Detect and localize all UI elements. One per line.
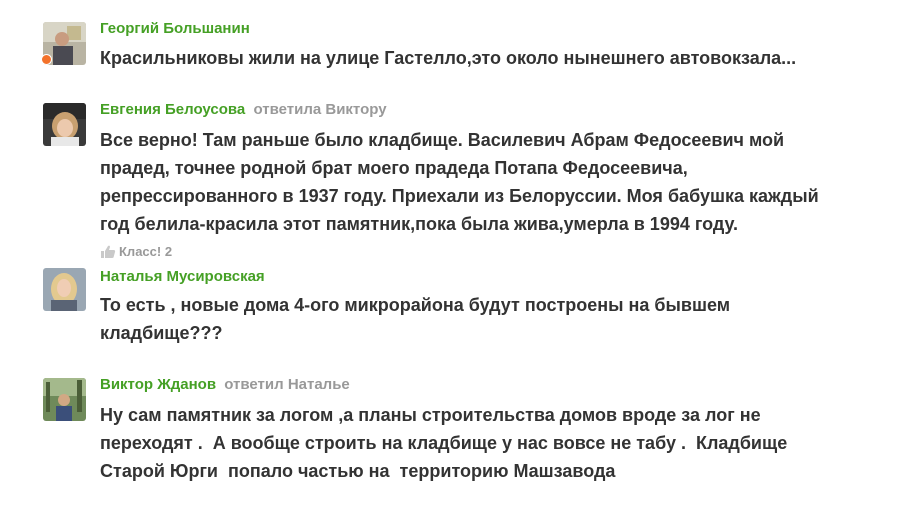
comment-text: Красильниковы жили на улице Гастелло,это… <box>100 48 797 68</box>
comment-header: Виктор Жданов ответил Наталье <box>100 376 350 394</box>
author-name[interactable]: Евгения Белоусова <box>100 101 245 118</box>
online-status-dot <box>41 54 52 65</box>
comment-header: Георгий Большанин <box>100 20 250 38</box>
avatar[interactable] <box>43 378 86 421</box>
comment-text: Ну сам памятник за логом ,а планы строит… <box>100 405 788 481</box>
reply-to-label[interactable]: ответила Виктору <box>253 101 386 118</box>
likes-count: Класс! 2 <box>119 244 173 259</box>
comment-text: То есть , новые дома 4-ого микрорайона б… <box>100 295 731 343</box>
like-button[interactable]: Класс! 2 <box>100 244 172 259</box>
avatar[interactable] <box>43 103 86 146</box>
reply-to-label[interactable]: ответил Наталье <box>224 376 350 393</box>
author-name[interactable]: Виктор Жданов <box>100 376 216 393</box>
comment-header: Наталья Мусировская <box>100 268 265 286</box>
avatar[interactable] <box>43 268 86 311</box>
comment-text: Все верно! Там раньше было кладбище. Вас… <box>100 130 819 234</box>
author-name[interactable]: Георгий Большанин <box>100 20 250 37</box>
thumb-up-icon <box>100 245 116 259</box>
author-name[interactable]: Наталья Мусировская <box>100 268 265 285</box>
comment-header: Евгения Белоусова ответила Виктору <box>100 101 387 119</box>
